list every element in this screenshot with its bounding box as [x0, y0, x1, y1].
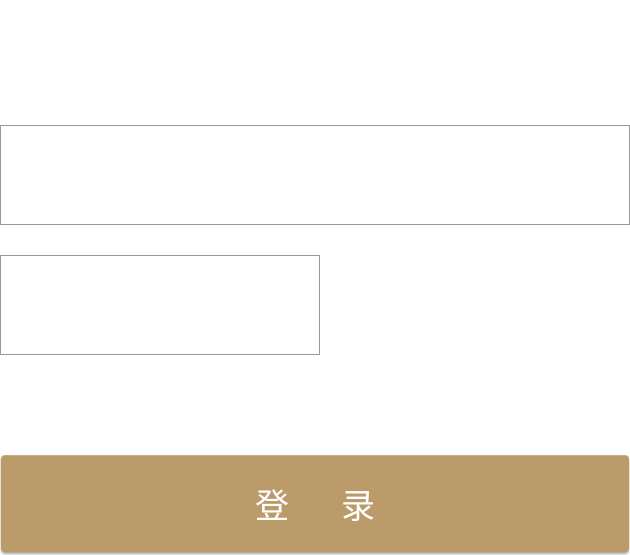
account-input[interactable]: [0, 125, 630, 225]
login-button[interactable]: 登录: [1, 455, 629, 552]
verification-code-input[interactable]: [0, 255, 320, 355]
login-page: 登录: [0, 0, 630, 555]
